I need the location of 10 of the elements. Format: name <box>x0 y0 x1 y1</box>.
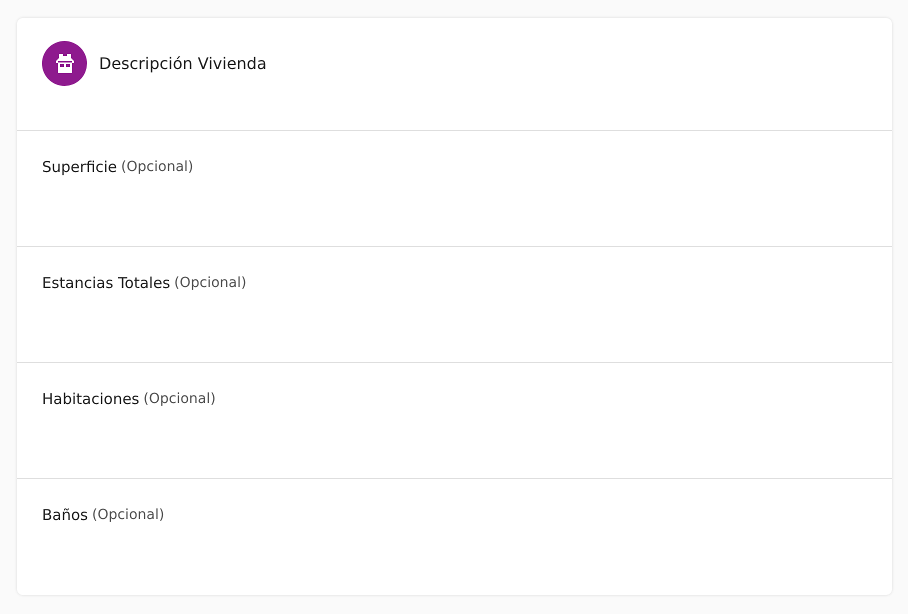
field-label: Superficie <box>42 158 118 176</box>
house-icon <box>42 40 87 86</box>
optional-hint: (Opcional) <box>121 159 194 175</box>
section-title: Descripción Vivienda <box>99 54 267 72</box>
optional-hint: (Opcional) <box>143 391 216 407</box>
optional-hint: (Opcional) <box>92 507 164 523</box>
field-label: Estancias Totales <box>42 274 170 292</box>
optional-hint: (Opcional) <box>174 275 246 291</box>
field-label: Baños <box>42 506 88 524</box>
field-label: Habitaciones <box>42 390 140 408</box>
